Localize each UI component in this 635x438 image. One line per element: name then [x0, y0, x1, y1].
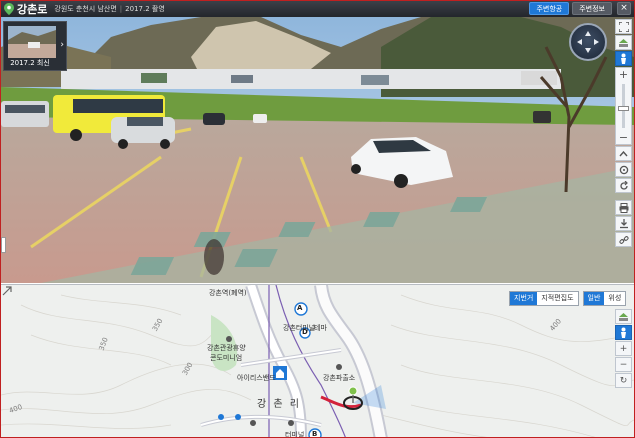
map-label-bus: 테마 [314, 324, 327, 332]
compass-icon[interactable] [569, 23, 607, 61]
history-thumbnail-image [8, 26, 56, 58]
zoom-in-button[interactable]: + [616, 68, 631, 81]
overlay-toggle-group: 지번거 지적편집도 [509, 291, 579, 306]
separator: | [119, 5, 123, 13]
title-bar: 강촌로 강원도 춘천시 남산면 | 2017.2 촬영 주변항공 주변정보 × [1, 1, 634, 17]
map-label-tourist2: 콘도미니엄 [210, 354, 243, 362]
map-zoom-in-button[interactable]: + [615, 341, 632, 356]
place-name: 강촌로 [17, 3, 48, 16]
link-icon[interactable] [615, 232, 632, 247]
panorama-image [1, 17, 634, 283]
zoom-out-button[interactable]: − [616, 131, 631, 144]
refresh-icon[interactable] [615, 178, 632, 193]
panel-collapse-handle[interactable] [1, 237, 6, 253]
layer-icon[interactable] [615, 35, 632, 50]
expand-icon[interactable] [2, 286, 13, 297]
toggle-general-map[interactable]: 일반 [583, 292, 605, 305]
map-canvas [1, 285, 634, 437]
zoom-control[interactable]: + − [615, 67, 632, 145]
pegman-icon[interactable] [615, 325, 632, 340]
chevron-right-icon[interactable]: › [60, 40, 64, 50]
map-label-station: 강촌역(폐역) [209, 289, 247, 297]
street-view-toolbar: + − [615, 19, 632, 248]
map-label-police: 강촌파출소 [323, 374, 356, 382]
pegman-icon[interactable] [615, 51, 632, 66]
map-toolbar: + − ↻ [615, 309, 632, 389]
layer-icon[interactable] [615, 309, 632, 324]
map-zoom-out-button[interactable]: − [615, 357, 632, 372]
zoom-slider-handle[interactable] [618, 106, 629, 111]
marker-d[interactable]: D [302, 328, 308, 336]
street-view-panorama[interactable]: 2017.2 최신 › + − [1, 17, 634, 283]
close-button[interactable]: × [617, 2, 631, 15]
rotate-icon[interactable] [615, 162, 632, 177]
map-panel[interactable]: 강촌역(폐역) 강촌터미널 강촌관광휴양 콘도미니엄 아이리스밴드 강 촌 리 … [1, 284, 634, 438]
map-label-town: 강 촌 리 [257, 399, 301, 410]
toggle-satellite-map[interactable]: 위성 [604, 292, 625, 305]
chevron-up-icon[interactable] [615, 146, 632, 161]
street-view-window: 강촌로 강원도 춘천시 남산면 | 2017.2 촬영 주변항공 주변정보 × [0, 0, 635, 438]
marker-b[interactable]: B [312, 430, 317, 437]
basemap-toggle-group: 일반 위성 [582, 291, 627, 306]
map-label-tourist: 강촌관광휴양 [207, 344, 246, 352]
fullscreen-icon[interactable] [615, 19, 632, 34]
toggle-cadastral-base[interactable]: 지번거 [510, 292, 538, 305]
print-icon[interactable] [615, 200, 632, 215]
map-type-toggles: 지번거 지적편집도 일반 위성 [509, 291, 627, 306]
nearby-info-button[interactable]: 주변정보 [572, 2, 612, 15]
marker-a[interactable]: A [297, 304, 302, 312]
nearby-aerial-button[interactable]: 주변항공 [529, 2, 570, 15]
location-pin-icon [4, 3, 14, 15]
map-refresh-icon[interactable]: ↻ [615, 373, 632, 388]
toggle-cadastral-edit[interactable]: 지적편집도 [537, 292, 577, 305]
capture-date: 2017.2 촬영 [125, 5, 165, 13]
address-text: 강원도 춘천시 남산면 [54, 5, 117, 13]
map-label-ice: 아이리스밴드 [237, 374, 276, 382]
map-label-terminal: 강촌터미널 [283, 324, 316, 332]
history-thumbnail-date: 2017.2 최신 [10, 59, 50, 67]
history-thumbnail[interactable]: 2017.2 최신 › [3, 21, 67, 71]
map-label-bottom: 터미널 [285, 431, 305, 438]
download-icon[interactable] [615, 216, 632, 231]
